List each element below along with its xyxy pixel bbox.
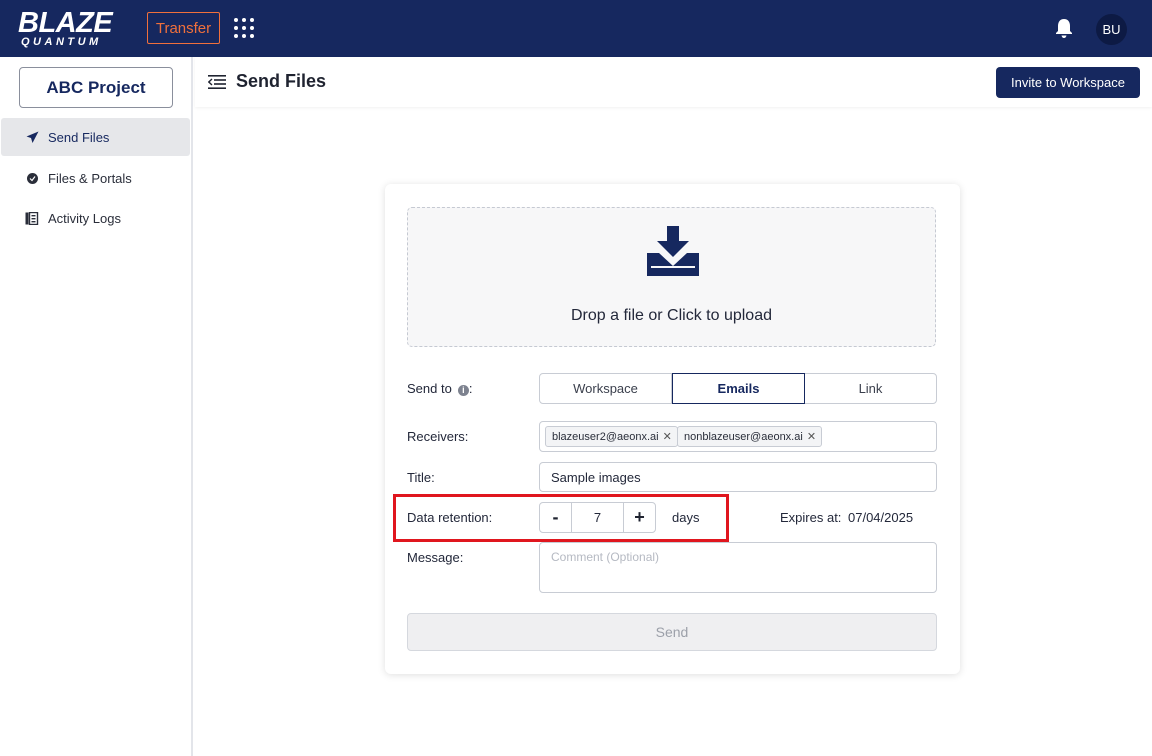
sidebar-item-activity-logs[interactable]: Activity Logs [1, 199, 190, 237]
project-selector-button[interactable]: ABC Project [19, 67, 173, 108]
logo-sub-text: QUANTUM [21, 36, 102, 48]
send-to-option-emails[interactable]: Emails [672, 373, 805, 404]
page-header: Send Files Invite to Workspace [195, 57, 1152, 107]
expires-at-label: Expires at: [780, 510, 842, 525]
send-to-suffix: : [468, 381, 473, 396]
user-avatar[interactable]: BU [1096, 14, 1127, 45]
send-to-toggle: Workspace Emails Link [539, 373, 937, 404]
message-label: Message: [407, 550, 464, 565]
send-files-card: Drop a file or Click to upload Send to i:… [385, 184, 960, 674]
menu-collapse-icon[interactable] [207, 74, 226, 90]
send-to-label-text: Send to [407, 381, 452, 396]
title-input[interactable]: Sample images [539, 462, 937, 492]
title-label: Title: [407, 470, 435, 485]
top-bar: BLAZE QUANTUM Transfer BU [0, 0, 1152, 57]
remove-chip-icon[interactable]: ✕ [663, 430, 672, 443]
receivers-input[interactable]: blazeuser2@aeonx.ai ✕ nonblazeuser@aeonx.… [539, 421, 937, 452]
dropzone-text: Drop a file or Click to upload [571, 307, 772, 324]
sidebar-item-files-portals[interactable]: Files & Portals [1, 159, 190, 197]
download-tray-icon [643, 226, 703, 280]
sidebar: ABC Project Send Files Files & Portals A… [0, 57, 193, 756]
file-dropzone[interactable]: Drop a file or Click to upload [407, 207, 936, 347]
transfer-button[interactable]: Transfer [147, 12, 220, 44]
page-title: Send Files [236, 71, 327, 91]
invite-to-workspace-button[interactable]: Invite to Workspace [996, 67, 1140, 98]
apps-grid-icon[interactable] [234, 18, 254, 38]
logs-icon [25, 211, 39, 225]
info-icon[interactable]: i [457, 385, 469, 396]
send-to-option-link[interactable]: Link [805, 374, 936, 403]
message-textarea[interactable]: Comment (Optional) [539, 542, 937, 593]
logo-main-text: BLAZE [18, 7, 113, 39]
remove-chip-icon[interactable]: ✕ [807, 430, 816, 443]
receivers-label: Receivers: [407, 429, 469, 444]
receiver-chip-text: nonblazeuser@aeonx.ai [684, 430, 803, 443]
receiver-chip: blazeuser2@aeonx.ai ✕ [545, 426, 678, 447]
files-icon [25, 171, 39, 185]
blaze-quantum-logo[interactable]: BLAZE QUANTUM [18, 8, 130, 48]
send-to-option-workspace[interactable]: Workspace [540, 374, 672, 403]
highlight-box [393, 494, 729, 542]
send-button[interactable]: Send [407, 613, 937, 651]
receiver-chip-text: blazeuser2@aeonx.ai [552, 430, 659, 443]
send-to-label: Send to i: [407, 381, 472, 396]
bell-icon[interactable] [1054, 17, 1074, 39]
expires-at-value: 07/04/2025 [848, 510, 914, 525]
sidebar-item-label: Activity Logs [48, 210, 121, 226]
sidebar-item-label: Send Files [48, 129, 110, 145]
receiver-chip: nonblazeuser@aeonx.ai ✕ [677, 426, 823, 447]
title-input-value: Sample images [551, 470, 641, 485]
sidebar-item-send-files[interactable]: Send Files [1, 118, 190, 156]
sidebar-item-label: Files & Portals [48, 170, 132, 186]
send-icon [25, 130, 39, 144]
message-placeholder: Comment (Optional) [551, 550, 660, 564]
